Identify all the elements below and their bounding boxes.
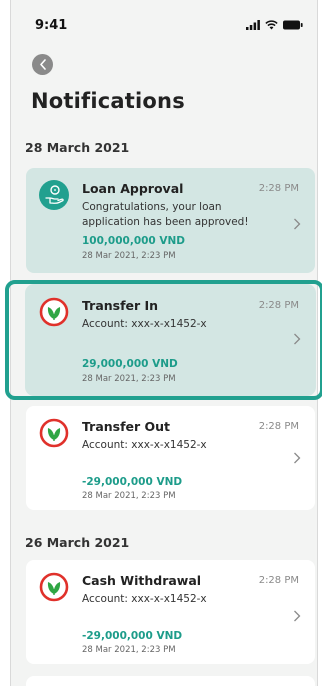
notification-datetime: 28 Mar 2021, 2:23 PM bbox=[82, 251, 176, 261]
notification-title: Transfer Out bbox=[82, 419, 171, 434]
section-date-header: 28 March 2021 bbox=[25, 140, 130, 155]
status-bar: 9:41 bbox=[11, 16, 317, 36]
notification-card-loan-approval[interactable]: Loan Approval 2:28 PM Congratulations, y… bbox=[26, 168, 315, 273]
chevron-right-icon bbox=[294, 610, 301, 622]
chevron-right-icon bbox=[294, 218, 301, 230]
notification-card-transfer-out[interactable]: Transfer Out 2:28 PM Account: xxx-x-x145… bbox=[26, 406, 315, 510]
notification-title: Transfer In bbox=[82, 298, 159, 313]
wifi-icon bbox=[265, 20, 278, 30]
chevron-right-icon bbox=[294, 333, 301, 345]
section-date-header: 26 March 2021 bbox=[25, 535, 130, 550]
notification-message: Congratulations, your loan application h… bbox=[82, 200, 272, 230]
notification-amount: 29,000,000 VND bbox=[82, 358, 178, 370]
notification-time: 2:28 PM bbox=[258, 575, 299, 586]
bank-logo-icon bbox=[39, 297, 69, 327]
notification-time: 2:28 PM bbox=[258, 421, 299, 432]
battery-icon bbox=[283, 20, 303, 30]
notification-card-transfer-in[interactable]: Transfer In 2:28 PM Account: xxx-x-x1452… bbox=[26, 285, 315, 395]
notification-amount: 100,000,000 VND bbox=[82, 235, 186, 247]
notification-account: Account: xxx-x-x1452-x bbox=[82, 318, 207, 330]
notification-amount: -29,000,000 VND bbox=[82, 476, 183, 488]
notification-time: 2:28 PM bbox=[258, 300, 299, 311]
notification-card-cash-withdrawal[interactable]: Cash Withdrawal 2:28 PM Account: xxx-x-x… bbox=[26, 560, 315, 664]
chevron-right-icon bbox=[294, 452, 301, 464]
notification-message-line: Congratulations, your loan bbox=[82, 201, 222, 213]
notification-card-partial[interactable] bbox=[26, 676, 315, 686]
notification-datetime: 28 Mar 2021, 2:23 PM bbox=[82, 374, 176, 384]
notification-datetime: 28 Mar 2021, 2:23 PM bbox=[82, 491, 176, 501]
status-time: 9:41 bbox=[35, 18, 68, 33]
notification-amount: -29,000,000 VND bbox=[82, 630, 183, 642]
notification-account: Account: xxx-x-x1452-x bbox=[82, 593, 207, 605]
notification-account: Account: xxx-x-x1452-x bbox=[82, 439, 207, 451]
phone-screen: 9:41 Notifications 28 March 2021 Loan Ap… bbox=[10, 0, 318, 686]
notification-message-line: application has been approved! bbox=[82, 216, 249, 228]
back-button[interactable] bbox=[32, 54, 53, 75]
bank-logo-icon bbox=[39, 572, 69, 602]
chevron-left-icon bbox=[39, 59, 46, 70]
notification-time: 2:28 PM bbox=[258, 183, 299, 194]
notification-title: Loan Approval bbox=[82, 181, 184, 196]
bank-logo-icon bbox=[39, 418, 69, 448]
notification-title: Cash Withdrawal bbox=[82, 573, 202, 588]
signal-icon bbox=[246, 20, 260, 30]
loan-hand-icon bbox=[39, 180, 69, 210]
notification-datetime: 28 Mar 2021, 2:23 PM bbox=[82, 645, 176, 655]
page-title: Notifications bbox=[31, 89, 185, 113]
status-icons bbox=[246, 20, 303, 30]
